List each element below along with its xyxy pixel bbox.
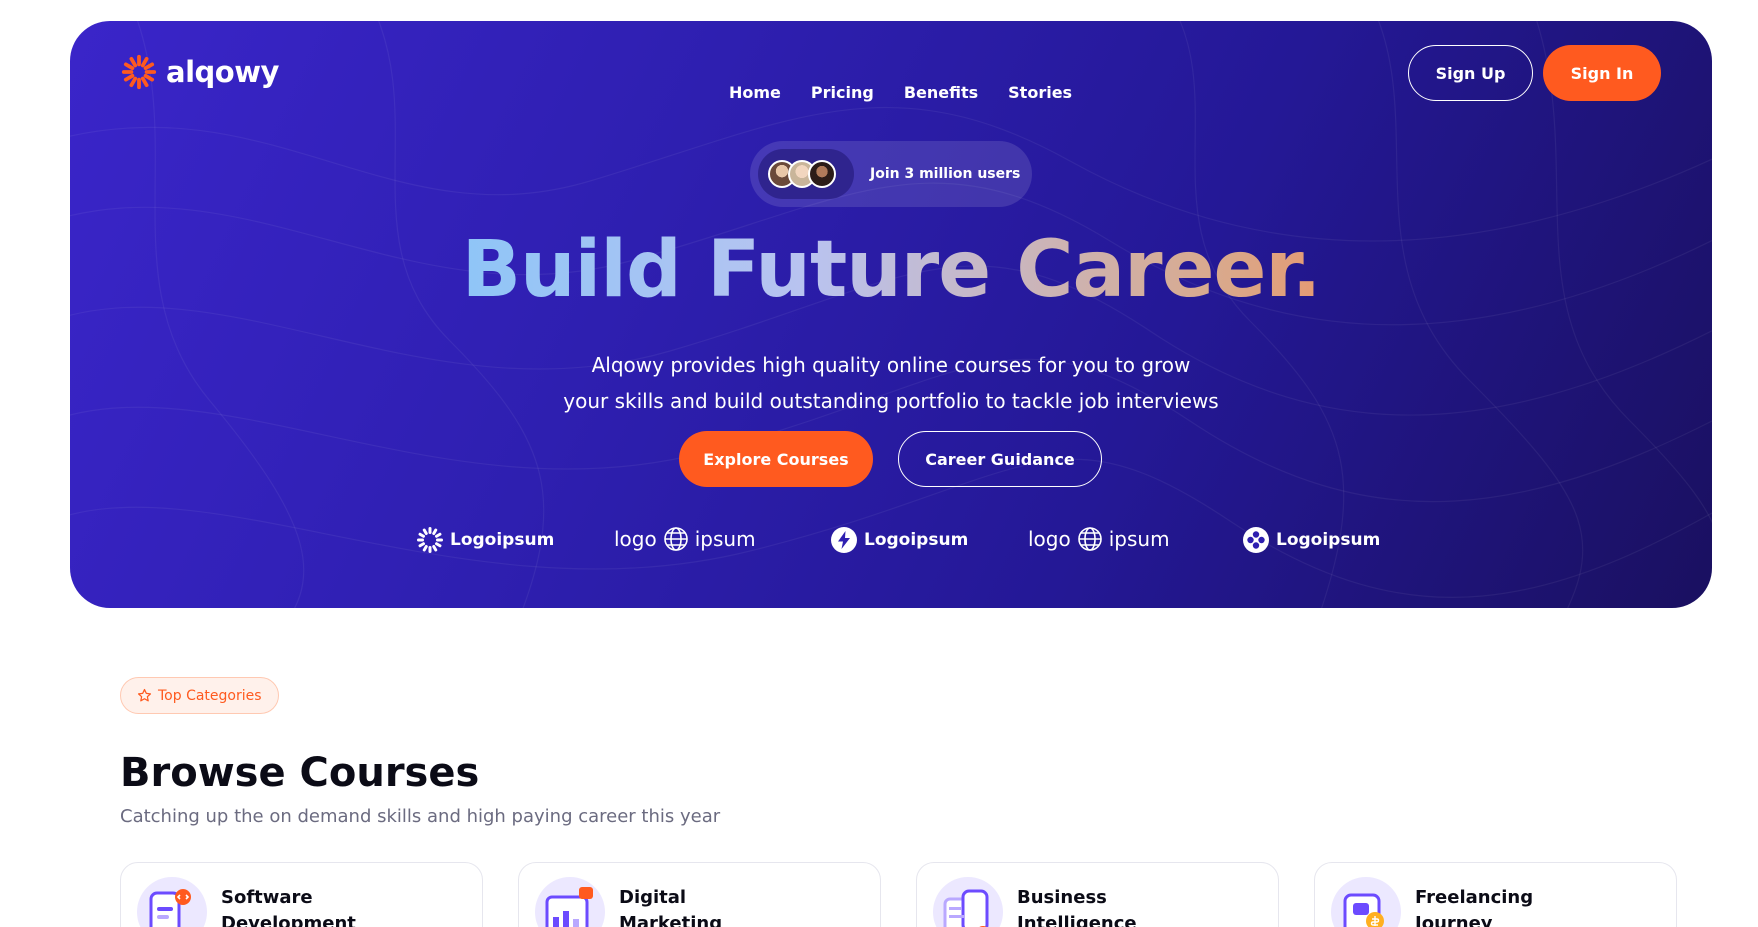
avatar-stack <box>758 149 854 199</box>
partner-logo-4: logo ipsum <box>1028 526 1170 552</box>
avatar <box>808 160 836 188</box>
nav-stories[interactable]: Stories <box>1008 83 1072 102</box>
chip-label: Top Categories <box>158 687 262 704</box>
globe-icon <box>1077 527 1102 551</box>
career-guidance-button[interactable]: Career Guidance <box>898 431 1102 487</box>
partner-logo-5: Logoipsum <box>1242 526 1380 554</box>
user-count-badge: Join 3 million users <box>750 141 1032 207</box>
partner-logo-text: Logoipsum <box>1276 530 1381 550</box>
category-card-digital-marketing[interactable]: Digital Marketing <box>518 862 881 927</box>
quad-icon <box>1243 527 1269 553</box>
category-title: Software Development <box>221 887 356 927</box>
nav-benefits[interactable]: Benefits <box>904 83 978 102</box>
sunburst-icon <box>417 527 443 553</box>
partner-logo-text: logo <box>614 527 657 551</box>
partner-logo-1: Logoipsum <box>416 526 554 554</box>
analytics-icon <box>933 877 1003 927</box>
chart-icon <box>535 877 605 927</box>
partner-logo-3: Logoipsum <box>830 526 968 554</box>
code-device-icon <box>137 877 207 927</box>
main-nav: Home Pricing Benefits Stories <box>729 83 1072 102</box>
partner-logo-2: logo ipsum <box>614 526 756 552</box>
brand-name: alqowy <box>166 55 279 89</box>
star-icon <box>137 688 152 702</box>
partner-logo-text: ipsum <box>694 527 756 551</box>
explore-courses-button[interactable]: Explore Courses <box>679 431 873 487</box>
hero-section: alqowy Home Pricing Benefits Stories Sig… <box>70 21 1712 608</box>
top-categories-chip: Top Categories <box>120 677 279 714</box>
freelance-icon <box>1331 877 1401 927</box>
sign-in-button[interactable]: Sign In <box>1543 45 1661 101</box>
category-title: Freelancing Journey <box>1415 887 1534 927</box>
hero-subtitle-line-2: your skills and build outstanding portfo… <box>563 389 1219 413</box>
sunburst-logo-icon <box>121 54 157 90</box>
sign-up-button[interactable]: Sign Up <box>1408 45 1533 101</box>
nav-pricing[interactable]: Pricing <box>811 83 874 102</box>
category-title: Digital Marketing <box>619 887 723 927</box>
user-count-text: Join 3 million users <box>870 166 1021 182</box>
section-title: Browse Courses <box>120 750 480 796</box>
hero-subtitle-line-1: Alqowy provides high quality online cour… <box>591 353 1191 377</box>
category-title: Business Intelligence <box>1017 887 1137 927</box>
brand-logo[interactable]: alqowy <box>120 53 279 91</box>
section-subtitle: Catching up the on demand skills and hig… <box>120 806 721 827</box>
category-card-software-development[interactable]: Software Development <box>120 862 483 927</box>
partner-logo-text: Logoipsum <box>864 530 969 550</box>
hero-headline: Build Future Career. <box>70 231 1712 309</box>
bolt-icon <box>831 527 857 553</box>
partner-logo-text: ipsum <box>1108 527 1170 551</box>
category-card-freelancing-journey[interactable]: Freelancing Journey <box>1314 862 1677 927</box>
category-card-business-intelligence[interactable]: Business Intelligence <box>916 862 1279 927</box>
partner-logo-text: logo <box>1028 527 1071 551</box>
partner-logo-text: Logoipsum <box>450 530 555 550</box>
nav-home[interactable]: Home <box>729 83 781 102</box>
globe-icon <box>663 527 688 551</box>
